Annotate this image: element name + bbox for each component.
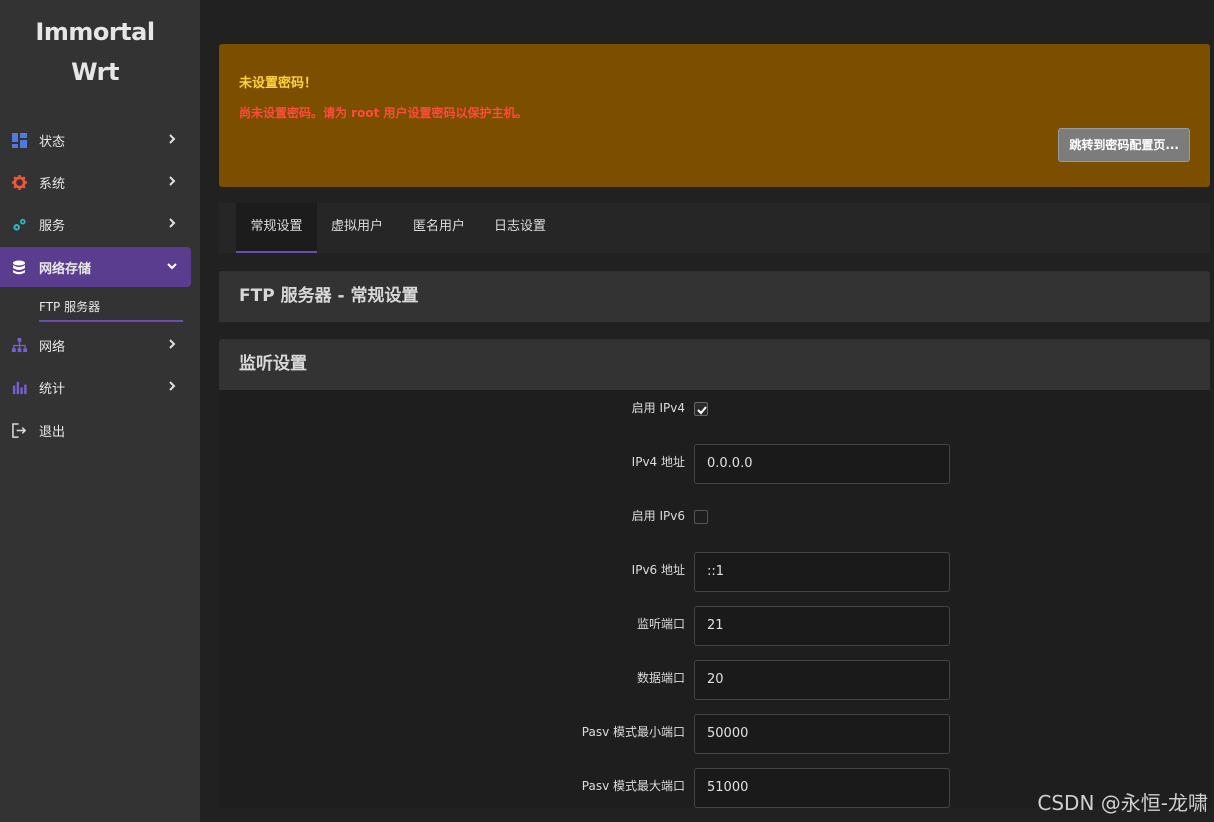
tab-general-settings[interactable]: 常规设置 [236,203,317,253]
enable-ipv6-label: 启用 IPv6 [631,509,685,523]
sidebar-item-label: 状态 [39,134,66,150]
page-title: FTP 服务器 - 常规设置 [219,271,1210,322]
goto-password-config-button[interactable]: 跳转到密码配置页... [1058,128,1190,162]
enable-ipv6-checkbox[interactable] [694,510,708,524]
enable-ipv4-label: 启用 IPv4 [631,401,685,415]
ipv6-address-field[interactable]: ::1 [694,552,950,592]
dashboard-icon [11,132,27,148]
pasv-max-port-field[interactable]: 51000 [694,768,950,808]
data-port-label: 数据端口 [636,671,685,685]
chevron-right-icon [169,176,176,186]
tab-anonymous-users[interactable]: 匿名用户 [401,203,477,253]
sidebar: Immortal Wrt 状态 系统 服务 网络存储 FTP 服务器 网络 统计… [0,0,200,822]
sidebar-item-logout[interactable]: 退出 [0,410,191,450]
sidebar-item-status[interactable]: 状态 [0,120,191,160]
section-title-listen-settings: 监听设置 [219,339,1210,390]
data-port-field[interactable]: 20 [694,660,950,700]
tab-virtual-users[interactable]: 虚拟用户 [319,203,395,253]
listen-port-label: 监听端口 [636,617,685,631]
listen-port-field[interactable]: 21 [694,606,950,646]
chevron-right-icon [169,339,176,349]
database-icon [11,259,27,275]
sidebar-item-label: 服务 [39,218,66,234]
alert-title: 未设置密码！ [239,76,318,91]
sidebar-item-system[interactable]: 系统 [0,162,191,202]
sidebar-item-network[interactable]: 网络 [0,325,191,365]
logo-line-1: Immortal [35,18,155,46]
chevron-down-icon [167,263,177,270]
sidebar-item-services[interactable]: 服务 [0,204,191,244]
settings-tabs: 常规设置 虚拟用户 匿名用户 日志设置 [219,203,1210,253]
sidebar-item-statistics[interactable]: 统计 [0,367,191,407]
watermark: CSDN @永恒-龙啸 [1037,791,1208,815]
sidebar-item-label: 统计 [39,381,66,397]
logout-icon [11,422,27,438]
listen-settings-form: 启用 IPv4 IPv4 地址 0.0.0.0 启用 IPv6 IPv6 地址 … [219,390,1210,808]
sidebar-subitem-ftp-server[interactable]: FTP 服务器 [39,296,183,322]
chevron-right-icon [169,134,176,144]
sidebar-item-label: 退出 [39,424,66,440]
pasv-max-port-label: Pasv 模式最大端口 [581,779,685,793]
ipv4-address-field[interactable]: 0.0.0.0 [694,444,950,484]
logo-line-2: Wrt [71,58,119,86]
gear-icon [11,174,27,190]
logo[interactable]: Immortal Wrt [0,12,190,92]
alert-message: 尚未设置密码。请为 root 用户设置密码以保护主机。 [239,106,528,120]
chevron-right-icon [169,381,176,391]
sidebar-item-label: 网络 [39,339,66,355]
chevron-right-icon [169,218,176,228]
pasv-min-port-field[interactable]: 50000 [694,714,950,754]
ipv6-address-label: IPv6 地址 [631,563,685,577]
password-warning-alert: 未设置密码！ 尚未设置密码。请为 root 用户设置密码以保护主机。 跳转到密码… [219,44,1210,187]
tab-log-settings[interactable]: 日志设置 [482,203,558,253]
checkmark-icon [697,406,707,415]
ipv4-address-label: IPv4 地址 [631,455,685,469]
pasv-min-port-label: Pasv 模式最小端口 [581,725,685,739]
network-icon [11,337,27,353]
sidebar-item-network-storage[interactable]: 网络存储 [0,247,191,287]
sidebar-item-label: 网络存储 [39,261,92,277]
bar-chart-icon [11,379,27,395]
sidebar-item-label: 系统 [39,176,66,192]
services-icon [11,216,27,232]
enable-ipv4-checkbox[interactable] [694,402,708,416]
